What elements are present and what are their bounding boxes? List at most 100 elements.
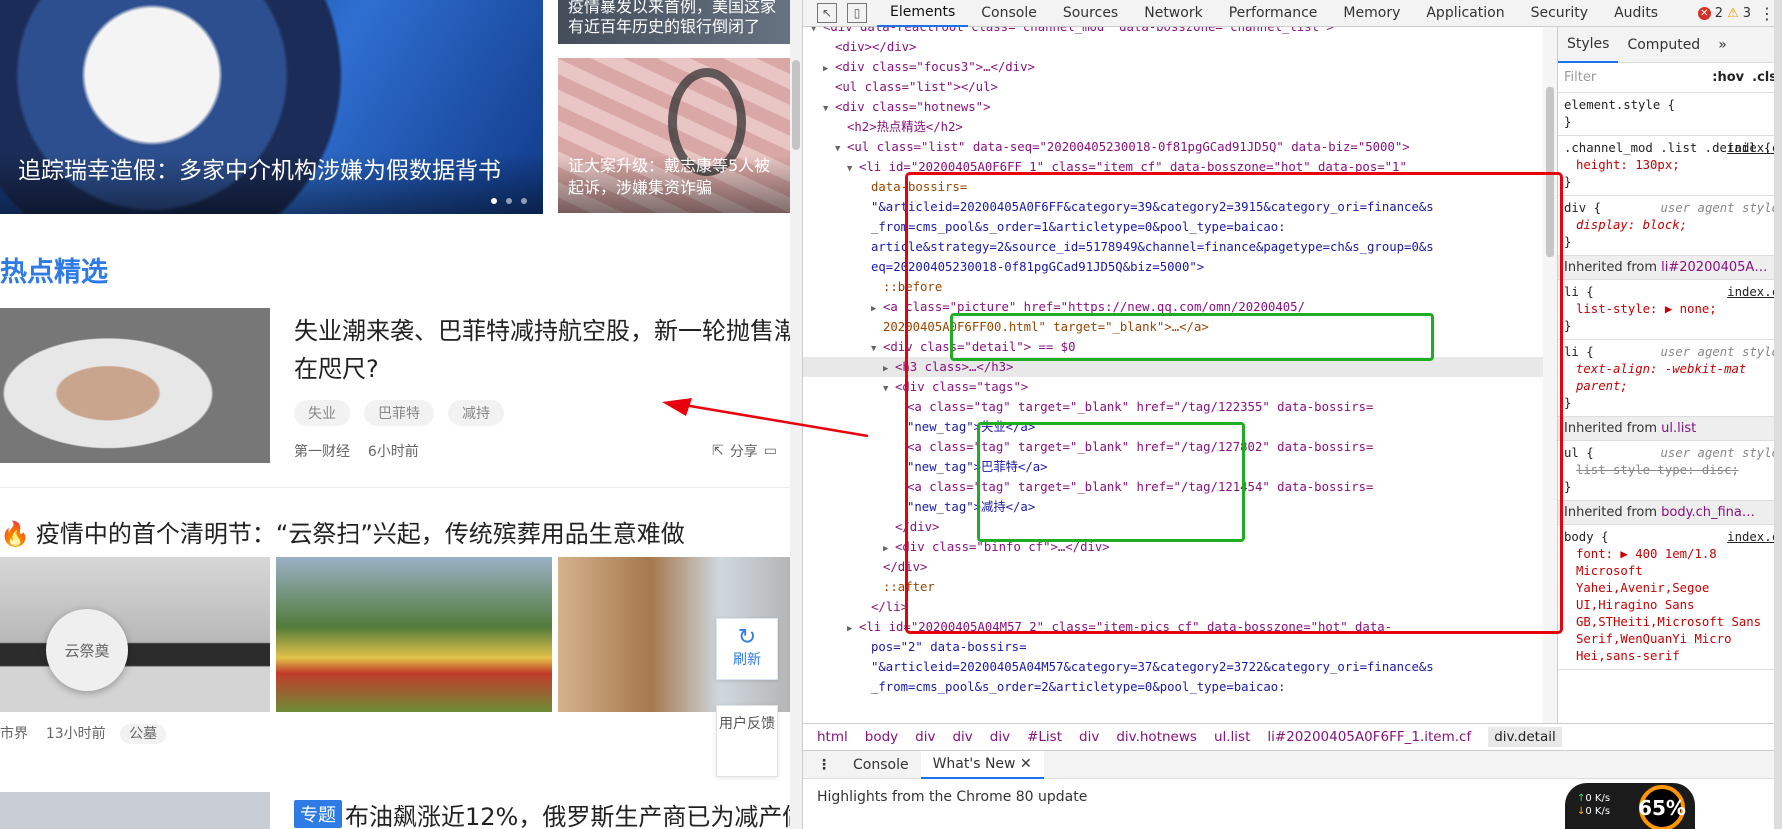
breadcrumb-item[interactable]: div: [915, 729, 935, 745]
breadcrumb-item[interactable]: div: [1079, 729, 1099, 745]
rule-property[interactable]: height: 130px;: [1576, 158, 1680, 172]
feedback-button[interactable]: 用户反馈: [716, 705, 778, 777]
article-title-line[interactable]: 在咫尺?: [294, 350, 790, 388]
tab-security[interactable]: Security: [1518, 0, 1602, 27]
tab-whats-new[interactable]: What's New ✕: [920, 750, 1044, 779]
tab-performance[interactable]: Performance: [1216, 0, 1331, 27]
inspect-element-icon[interactable]: ↖: [817, 3, 837, 23]
side-news-bottom[interactable]: 证大案升级：戴志康等5人被起诉，涉嫌集资诈骗: [558, 58, 790, 213]
tab-computed[interactable]: Computed: [1618, 27, 1709, 63]
dom-node-line[interactable]: ▼ <ul class="list" data-seq="202004052300…: [835, 137, 1410, 159]
device-toggle-icon[interactable]: ▯: [847, 3, 867, 23]
tab-application[interactable]: Application: [1413, 0, 1517, 27]
filter-input[interactable]: Filter: [1564, 70, 1704, 85]
collapse-triangle-icon[interactable]: ▼: [811, 27, 823, 39]
dom-node-line[interactable]: _from=cms_pool&s_order=2&articletype=0&p…: [859, 677, 1286, 697]
drawer-menu-icon[interactable]: ⋮: [817, 757, 831, 773]
rule-property[interactable]: font: ▶ 400 1em/1.8 Microsoft Yahei,Aven…: [1576, 547, 1761, 663]
collapse-triangle-icon[interactable]: ▼: [835, 139, 847, 159]
breadcrumb-item[interactable]: body: [865, 729, 898, 745]
dom-node-line[interactable]: pos="2" data-bossirs=: [859, 637, 1026, 657]
article-title[interactable]: 失业潮来袭、巴菲特减持航空股，新一轮抛售潮 在咫尺?: [294, 312, 790, 388]
article-image: [0, 308, 270, 463]
tab-styles[interactable]: Styles: [1558, 27, 1619, 63]
side-news-top[interactable]: 疫情暴发以来首例，美国这家有近百年历史的银行倒闭了: [558, 0, 790, 44]
share-button[interactable]: ⇱ 分享 ▭: [712, 441, 777, 461]
tab-elements[interactable]: Elements: [877, 0, 969, 27]
expand-triangle-icon[interactable]: ▶: [823, 59, 835, 79]
style-rule[interactable]: element.style { }: [1558, 93, 1782, 136]
article-title-text[interactable]: 疫情中的首个清明节：“云祭扫”兴起，传统殡葬用品生意难做: [36, 520, 685, 548]
dom-node-line[interactable]: "&articleid=20200405A04M57&category=37&c…: [859, 657, 1434, 677]
breadcrumb-item-selected[interactable]: div.detail: [1488, 727, 1562, 747]
carousel-dot[interactable]: [491, 198, 497, 204]
image-fill: [0, 557, 270, 712]
hero-carousel[interactable]: 追踪瑞幸造假：多家中介机构涉嫌为假数据背书: [0, 0, 543, 214]
rule-property[interactable]: list-style: ▶ none;: [1576, 302, 1717, 316]
close-icon[interactable]: ✕: [1020, 756, 1032, 772]
more-options-icon[interactable]: ⋮: [1759, 4, 1775, 23]
carousel-dot[interactable]: [506, 198, 512, 204]
dom-node-line[interactable]: ▼ <div class="hotnews">: [823, 97, 990, 119]
breadcrumb-item[interactable]: ul.list: [1214, 729, 1250, 745]
dom-node-line[interactable]: ▶ <div class="focus3">…</div>: [823, 57, 1035, 79]
dom-node-line[interactable]: <h2>热点精选</h2>: [835, 117, 963, 137]
style-rule[interactable]: index.c .channel_mod .list .detail { hei…: [1558, 136, 1782, 196]
scrollbar-thumb[interactable]: [792, 60, 800, 150]
breadcrumb-item[interactable]: div: [952, 729, 972, 745]
refresh-button[interactable]: ↻ 刷新: [716, 618, 778, 680]
rule-source-link[interactable]: index.c: [1727, 284, 1779, 301]
tab-memory[interactable]: Memory: [1330, 0, 1413, 27]
article-thumbnail[interactable]: [0, 308, 270, 463]
tag-link[interactable]: 减持: [448, 400, 504, 426]
tab-network[interactable]: Network: [1131, 0, 1215, 27]
collapse-triangle-icon[interactable]: ▼: [871, 339, 883, 359]
tag-link[interactable]: 失业: [294, 400, 350, 426]
style-rule[interactable]: index.c body { font: ▶ 400 1em/1.8 Micro…: [1558, 525, 1782, 670]
collapse-triangle-icon[interactable]: ▼: [883, 379, 895, 399]
expand-triangle-icon[interactable]: ▶: [883, 359, 895, 379]
inherited-link[interactable]: ul.list: [1661, 421, 1696, 436]
breadcrumb-item[interactable]: div.hotnews: [1116, 729, 1197, 745]
dom-node-line[interactable]: <ul class="list"></ul>: [823, 77, 998, 97]
carousel-dot[interactable]: [521, 198, 527, 204]
expand-triangle-icon[interactable]: ▶: [871, 299, 883, 319]
tab-sources[interactable]: Sources: [1050, 0, 1131, 27]
style-rule[interactable]: index.c li { list-style: ▶ none; }: [1558, 280, 1782, 340]
article-image[interactable]: [276, 557, 552, 712]
side-news-caption[interactable]: 证大案升级：戴志康等5人被起诉，涉嫌集资诈骗: [558, 155, 790, 213]
article-thumbnail[interactable]: [0, 792, 270, 829]
article-title[interactable]: 🔥 疫情中的首个清明节：“云祭扫”兴起，传统殡葬用品生意难做: [0, 514, 685, 549]
collapse-triangle-icon[interactable]: ▼: [823, 99, 835, 119]
dom-node-text: "&articleid=20200405A04M57&category=37&c…: [871, 660, 1434, 674]
comment-icon[interactable]: ▭: [764, 443, 777, 459]
rule-source-link[interactable]: index.c: [1727, 140, 1779, 157]
error-warning-counter[interactable]: ✕ 2 ⚠ 3: [1697, 6, 1751, 21]
dom-node-line[interactable]: </li>: [859, 597, 908, 617]
tag-link[interactable]: 公墓: [120, 724, 167, 744]
breadcrumb-item[interactable]: html: [817, 729, 848, 745]
hov-toggle[interactable]: :hov: [1712, 70, 1744, 85]
hero-caption[interactable]: 追踪瑞幸造假：多家中介机构涉嫌为假数据背书: [0, 154, 543, 214]
breadcrumb-item[interactable]: li#20200405A0F6FF_1.item.cf: [1267, 729, 1471, 745]
image-fill: [0, 792, 270, 829]
tab-audits[interactable]: Audits: [1601, 0, 1671, 27]
article-title[interactable]: 布油飙涨近12%，俄罗斯生产商已为减产做: [345, 797, 790, 829]
breadcrumb-item[interactable]: #List: [1027, 729, 1062, 745]
more-tabs-icon[interactable]: »: [1709, 27, 1736, 63]
article-title-line[interactable]: 失业潮来袭、巴菲特减持航空股，新一轮抛售潮: [294, 312, 790, 350]
tab-console[interactable]: Console: [968, 0, 1050, 27]
breadcrumb-item[interactable]: div: [990, 729, 1010, 745]
dom-node-line[interactable]: <div></div>: [823, 37, 916, 57]
tag-link[interactable]: 巴菲特: [364, 400, 434, 426]
side-news-caption[interactable]: 疫情暴发以来首例，美国这家有近百年历史的银行倒闭了: [558, 0, 790, 44]
collapse-triangle-icon[interactable]: ▼: [847, 159, 859, 179]
expand-triangle-icon[interactable]: ▶: [847, 619, 859, 639]
tab-console-drawer[interactable]: Console: [841, 751, 921, 779]
inherited-link[interactable]: li#20200405A…: [1661, 260, 1767, 275]
rule-source-link[interactable]: index.c: [1727, 529, 1779, 546]
expand-triangle-icon[interactable]: ▶: [883, 539, 895, 559]
inherited-link[interactable]: body.ch_fina…: [1661, 505, 1755, 520]
article-image[interactable]: 云祭奠: [0, 557, 270, 712]
fire-icon: 🔥: [0, 520, 30, 548]
